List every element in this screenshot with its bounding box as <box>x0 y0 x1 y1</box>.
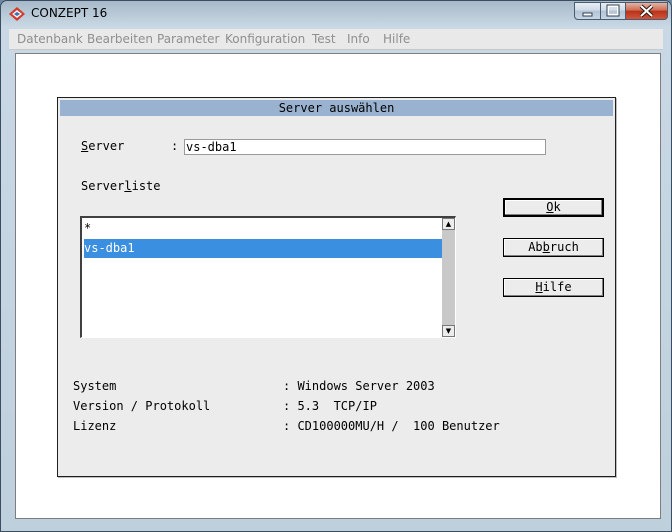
menu-bar: Datenbank Bearbeiten Parameter Konfigura… <box>9 29 663 50</box>
menu-info[interactable]: Info <box>347 32 370 46</box>
server-listbox[interactable]: * vs-dba1 ▲ ▼ <box>80 216 456 338</box>
minimize-icon <box>582 12 593 17</box>
menu-konfiguration[interactable]: Konfiguration <box>225 32 305 46</box>
info-version-label: Version / Protokoll <box>73 399 211 413</box>
scroll-up-icon[interactable]: ▲ <box>442 218 455 230</box>
scroll-down-icon[interactable]: ▼ <box>442 325 455 337</box>
minimize-button[interactable] <box>574 2 601 20</box>
server-label: Server <box>81 139 125 153</box>
vertical-scrollbar[interactable]: ▲ ▼ <box>442 218 455 337</box>
app-window: CONZEPT 16 Datenbank Bearbeiten Paramete… <box>0 0 672 532</box>
dialog-title: Server auswählen <box>60 100 613 116</box>
server-colon: : <box>171 139 179 153</box>
menu-parameter[interactable]: Parameter <box>157 32 219 46</box>
list-item[interactable]: * <box>84 219 444 238</box>
menu-bearbeiten[interactable]: Bearbeiten <box>87 32 153 46</box>
maximize-icon <box>606 4 620 17</box>
title-bar[interactable]: CONZEPT 16 <box>1 1 671 28</box>
hilfe-button[interactable]: Hilfe <box>503 278 604 297</box>
info-system-value: : Windows Server 2003 <box>283 379 435 393</box>
abbruch-button[interactable]: Abbruch <box>503 238 604 257</box>
window-title: CONZEPT 16 <box>31 6 108 20</box>
info-lizenz-label: Lizenz <box>73 419 117 433</box>
list-item-selected[interactable]: vs-dba1 <box>84 239 444 258</box>
server-input[interactable]: vs-dba1 <box>184 139 546 155</box>
serverliste-label: Serverliste <box>81 179 161 193</box>
app-logo-icon <box>9 7 25 21</box>
close-icon <box>639 4 654 18</box>
server-dialog: Server auswählen Server : vs-dba1 Server… <box>57 97 616 477</box>
info-lizenz-value: : CD100000MU/H / 100 Benutzer <box>283 419 500 433</box>
maximize-button[interactable] <box>600 2 626 20</box>
menu-test[interactable]: Test <box>312 32 336 46</box>
menu-hilfe[interactable]: Hilfe <box>383 32 410 46</box>
close-button[interactable] <box>625 2 668 20</box>
info-system-label: System <box>73 379 117 393</box>
menu-datenbank[interactable]: Datenbank <box>17 32 83 46</box>
info-version-value: : 5.3 TCP/IP <box>283 399 377 413</box>
ok-button[interactable]: Ok <box>503 198 604 217</box>
